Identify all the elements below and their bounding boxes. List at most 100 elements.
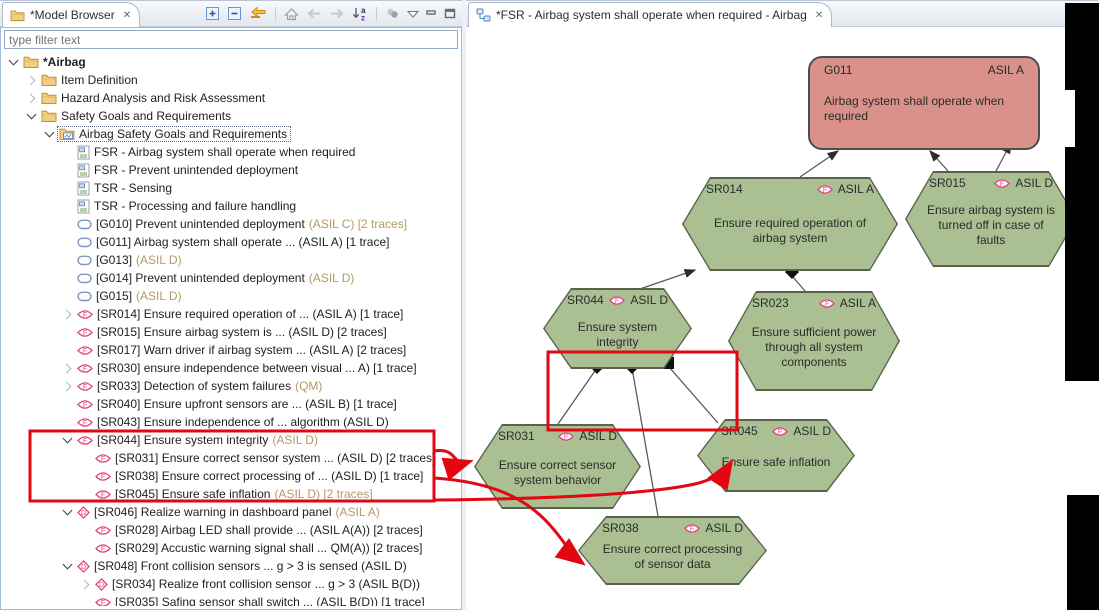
tree-row-label: [SR038] Ensure correct processing of ...… — [115, 469, 423, 483]
filter-input[interactable] — [4, 30, 458, 49]
chevron-collapsed-icon[interactable] — [25, 73, 39, 87]
chevron-expanded-icon[interactable] — [61, 433, 75, 447]
tree-row-label: Safety Goals and Requirements — [61, 109, 231, 123]
tree-row-label: [SR031] Ensure correct sensor system ...… — [115, 451, 435, 465]
chevron-expanded-icon[interactable] — [61, 505, 75, 519]
chevron-spacer — [61, 253, 75, 267]
close-icon[interactable]: ✕ — [815, 10, 823, 21]
redaction-block — [1075, 90, 1099, 147]
tree-row[interactable]: FSR - Prevent unintended deployment — [1, 161, 461, 179]
requirement-node-sr038[interactable]: SR038 FASIL D Ensure correct processing … — [578, 516, 767, 585]
tree-row[interactable]: F[SR045] Ensure safe inflation(ASIL D) [… — [1, 485, 461, 503]
tree-row[interactable]: TSR - Sensing — [1, 179, 461, 197]
tree-row[interactable]: D[SR048] Front collision sensors ... g >… — [1, 557, 461, 575]
folder-icon — [23, 55, 39, 69]
svg-text:F: F — [101, 546, 105, 553]
asil-annotation: (ASIL A) — [336, 505, 380, 519]
req-eye-icon: F — [77, 381, 93, 392]
chevron-collapsed-icon[interactable] — [25, 91, 39, 105]
tree-row[interactable]: F[SR033] Detection of system failures(QM… — [1, 377, 461, 395]
requirement-node-sr031[interactable]: SR031 FASIL D Ensure correct sensor syst… — [474, 424, 641, 509]
requirement-node-sr045[interactable]: SR045 FASIL D Ensure safe inflation — [697, 419, 855, 492]
minimize-icon[interactable] — [426, 9, 437, 19]
tree-row[interactable]: F[SR031] Ensure correct sensor system ..… — [1, 449, 461, 467]
group-icon[interactable] — [385, 7, 400, 20]
chevron-expanded-icon[interactable] — [7, 55, 21, 69]
diagram-canvas[interactable]: G011 ASIL A Airbag system shall operate … — [466, 27, 1099, 610]
tree-row[interactable]: Safety Goals and Requirements — [1, 107, 461, 125]
tree-row[interactable]: F[SR044] Ensure system integrity(ASIL D) — [1, 431, 461, 449]
tree-row[interactable]: [G015] (ASIL D) — [1, 287, 461, 305]
tree-row[interactable]: F[SR038] Ensure correct processing of ..… — [1, 467, 461, 485]
requirement-node-sr044[interactable]: SR044 FASIL D Ensure system integrity — [543, 288, 692, 369]
tree-row[interactable]: F[SR015] Ensure airbag system is ... (AS… — [1, 323, 461, 341]
back-icon[interactable] — [306, 7, 322, 20]
tree-row[interactable]: F[SR017] Warn driver if airbag system ..… — [1, 341, 461, 359]
tab-fsr-diagram[interactable]: *FSR - Airbag system shall operate when … — [468, 2, 832, 27]
tree-row[interactable]: Hazard Analysis and Risk Assessment — [1, 89, 461, 107]
svg-text:z: z — [361, 14, 365, 22]
tree-row[interactable]: [G013](ASIL D) — [1, 251, 461, 269]
chevron-collapsed-icon[interactable] — [79, 577, 93, 591]
doc-icon — [77, 163, 90, 178]
tree-row[interactable]: D[SR046] Realize warning in dashboard pa… — [1, 503, 461, 521]
tree-row-label: Item Definition — [61, 73, 138, 87]
goal-icon — [77, 219, 92, 230]
tree-row[interactable]: F[SR029] Accustic warning signal shall .… — [1, 539, 461, 557]
tree-row[interactable]: D[SR034] Realize front collision sensor … — [1, 575, 461, 593]
chevron-collapsed-icon[interactable] — [61, 307, 75, 321]
expand-all-icon[interactable] — [205, 6, 220, 21]
chevron-spacer — [79, 541, 93, 555]
home-icon[interactable] — [284, 7, 299, 21]
req-eye-icon: F — [95, 489, 111, 500]
folder-icon — [41, 91, 57, 105]
node-asil: ASIL D — [579, 429, 617, 443]
tree-row-label: [G013] — [96, 253, 132, 267]
chevron-spacer — [79, 469, 93, 483]
tree-row[interactable]: *Airbag — [1, 53, 461, 71]
tree-row[interactable]: F[SR030] ensure independence between vis… — [1, 359, 461, 377]
link-with-editor-icon[interactable] — [249, 6, 267, 21]
tree-row-label: FSR - Prevent unintended deployment — [94, 163, 298, 177]
maximize-icon[interactable] — [444, 8, 456, 19]
tree-row[interactable]: Airbag Safety Goals and Requirements — [1, 125, 461, 143]
tree-row[interactable]: [G014] Prevent unintended deployment(ASI… — [1, 269, 461, 287]
requirement-node-sr023[interactable]: SR023 FASIL A Ensure sufficient power th… — [728, 291, 900, 391]
chevron-spacer — [61, 325, 75, 339]
tree-row[interactable]: Item Definition — [1, 71, 461, 89]
goal-icon — [77, 291, 92, 302]
svg-text:F: F — [690, 526, 694, 533]
requirement-node-sr015[interactable]: SR015 FASIL D Ensure airbag system is tu… — [905, 171, 1077, 267]
tree-row[interactable]: F[SR043] Ensure independence of ... algo… — [1, 413, 461, 431]
tab-model-browser[interactable]: *Model Browser ✕ — [2, 2, 140, 27]
req-eye-icon: F — [77, 309, 93, 320]
toolbar-separator — [375, 6, 378, 22]
chevron-collapsed-icon[interactable] — [61, 379, 75, 393]
svg-text:F: F — [564, 434, 568, 441]
close-icon[interactable]: ✕ — [123, 10, 131, 21]
requirement-node-sr014[interactable]: SR014 FASIL A Ensure required operation … — [682, 177, 898, 271]
collapse-all-icon[interactable] — [227, 6, 242, 21]
view-menu-icon[interactable] — [407, 10, 419, 18]
tree-row[interactable]: FSR - Airbag system shall operate when r… — [1, 143, 461, 161]
tree-row[interactable]: F [SR014] Ensure required operation of ..… — [1, 305, 461, 323]
tree-row[interactable]: F[SR040] Ensure upfront sensors are ... … — [1, 395, 461, 413]
asil-annotation: (ASIL D) — [136, 289, 182, 303]
tree-row[interactable]: F[SR035] Safing sensor shall switch ... … — [1, 593, 461, 606]
goal-node-g011[interactable]: G011 ASIL A Airbag system shall operate … — [808, 56, 1040, 150]
chevron-expanded-icon[interactable] — [25, 109, 39, 123]
tree-row[interactable]: [G011] Airbag system shall operate ... (… — [1, 233, 461, 251]
tree-row[interactable]: TSR - Processing and failure handling — [1, 197, 461, 215]
tree-row-label: [SR048] Front collision sensors ... g > … — [94, 559, 407, 573]
chevron-expanded-icon[interactable] — [43, 127, 57, 141]
sort-az-icon[interactable]: az — [352, 6, 368, 21]
tree-row[interactable]: F[SR028] Airbag LED shall provide ... (A… — [1, 521, 461, 539]
tree-row-label: [SR014] Ensure required operation of ...… — [97, 307, 403, 321]
chevron-expanded-icon[interactable] — [61, 559, 75, 573]
node-text: Ensure sufficient power through all syst… — [728, 310, 900, 391]
forward-icon[interactable] — [329, 7, 345, 20]
tree-row-label: [G011] Airbag system shall operate ... (… — [96, 235, 389, 249]
tree-row[interactable]: [G010] Prevent unintended deployment(ASI… — [1, 215, 461, 233]
chevron-collapsed-icon[interactable] — [61, 361, 75, 375]
tree-row-label: [G015] — [96, 289, 132, 303]
